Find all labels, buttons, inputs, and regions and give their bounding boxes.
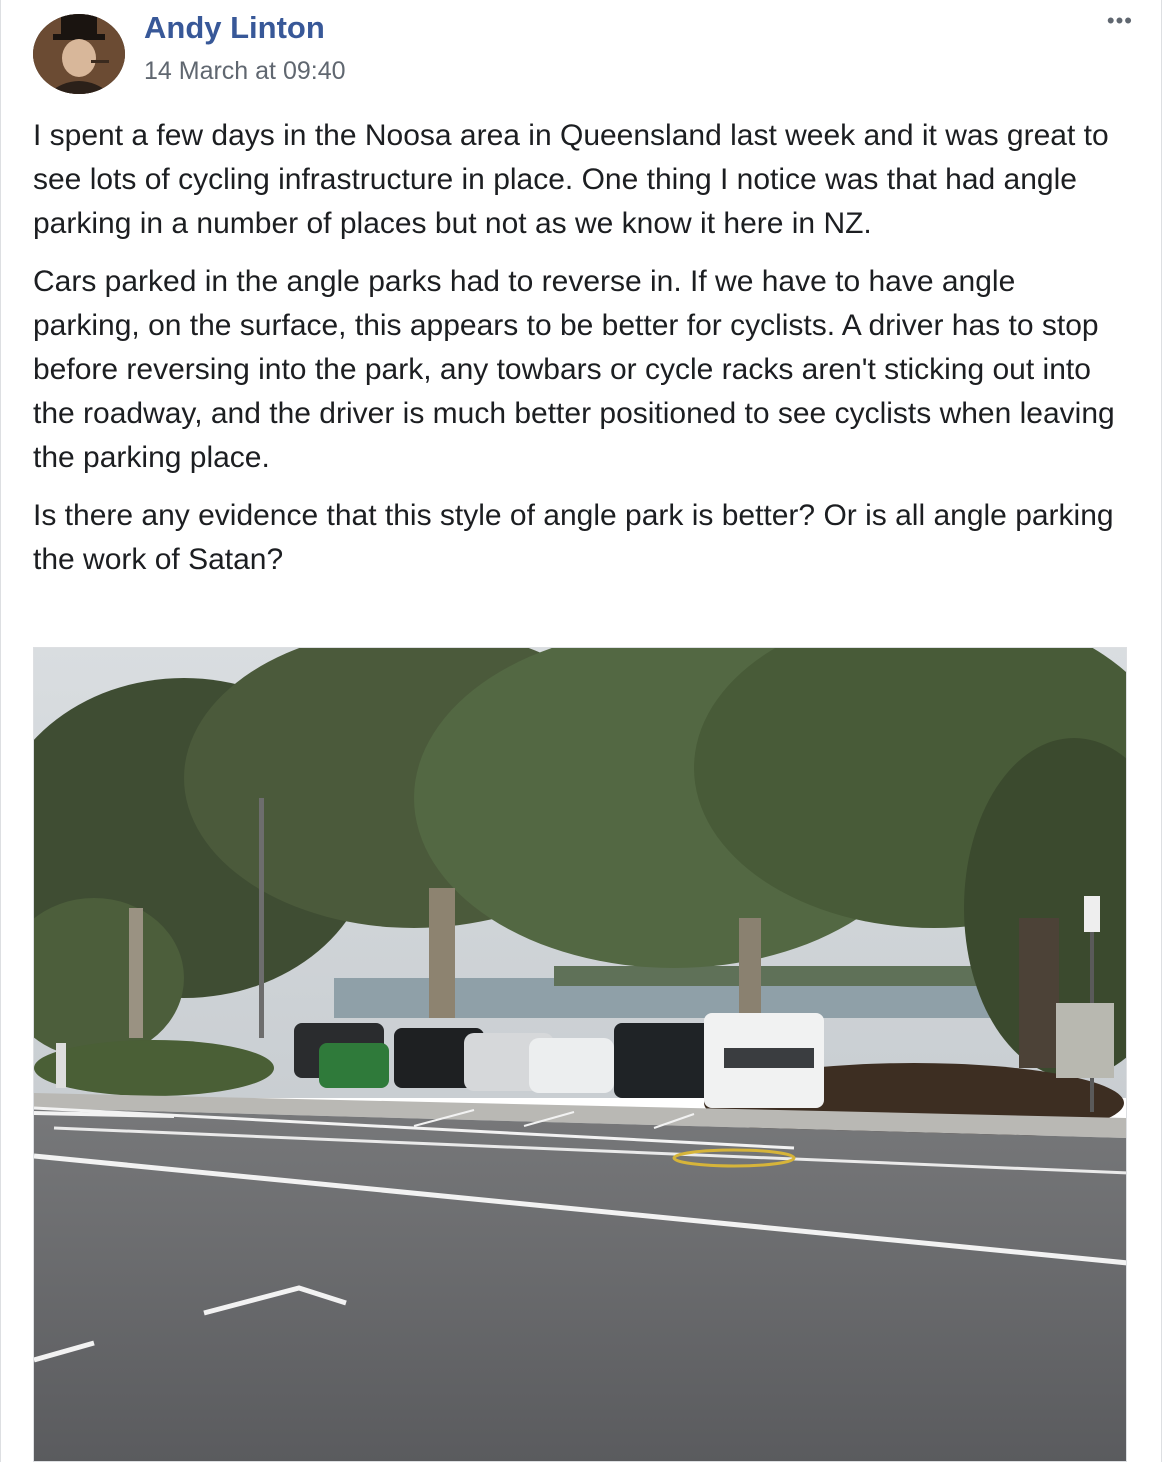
- avatar-image: [33, 14, 125, 94]
- post-paragraph: Cars parked in the angle parks had to re…: [33, 265, 1115, 474]
- post-body: I spent a few days in the Noosa area in …: [33, 114, 1123, 596]
- post-paragraph: Is there any evidence that this style of…: [33, 499, 1114, 576]
- ellipsis-icon[interactable]: •••: [1107, 8, 1133, 34]
- post-paragraph: I spent a few days in the Noosa area in …: [33, 119, 1109, 240]
- post-timestamp[interactable]: 14 March at 09:40: [144, 57, 346, 86]
- author-avatar[interactable]: [33, 14, 125, 94]
- post-photo[interactable]: [33, 647, 1127, 1462]
- street-parking-photo: [34, 648, 1126, 1461]
- feed-post: Andy Linton 14 March at 09:40 ••• I spen…: [0, 0, 1162, 1462]
- author-name[interactable]: Andy Linton: [144, 10, 325, 46]
